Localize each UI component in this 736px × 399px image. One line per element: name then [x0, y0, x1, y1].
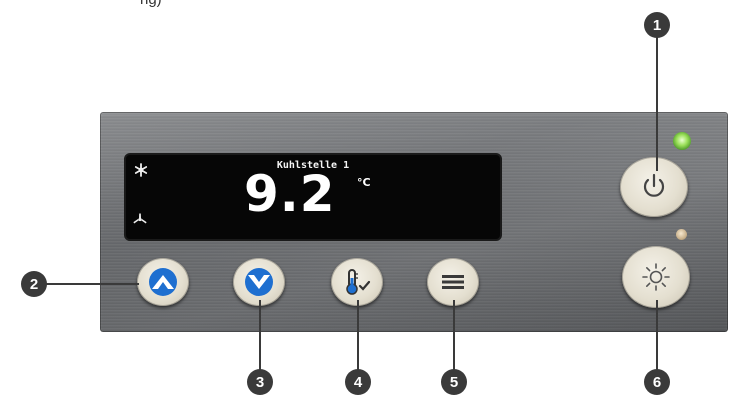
callout-3: 3 — [247, 369, 273, 395]
light-icon — [640, 261, 672, 293]
callout-6: 6 — [644, 369, 670, 395]
up-button[interactable] — [137, 258, 189, 306]
temperature-value: 9.2 — [244, 165, 336, 223]
menu-icon — [438, 271, 468, 293]
callout-line-3 — [259, 300, 261, 372]
snowflake-icon — [134, 163, 148, 182]
callout-5: 5 — [441, 369, 467, 395]
power-button[interactable] — [620, 157, 688, 217]
lcd-display: Kuhlstelle 1 9.2 °C — [124, 153, 502, 241]
down-button[interactable] — [233, 258, 285, 306]
callout-2: 2 — [21, 271, 47, 297]
header-partial-text: ng) — [140, 0, 162, 8]
temperature-unit: °C — [357, 176, 371, 189]
fan-icon — [132, 212, 148, 231]
light-button[interactable] — [622, 246, 690, 308]
thermometer-check-icon — [340, 267, 374, 297]
chevron-up-icon — [146, 267, 180, 297]
light-indicator-led — [676, 229, 687, 240]
power-icon — [638, 171, 670, 203]
callout-line-6 — [656, 300, 658, 372]
chevron-down-icon — [242, 267, 276, 297]
menu-button[interactable] — [427, 258, 479, 306]
callout-1: 1 — [644, 12, 670, 38]
callout-line-1 — [656, 35, 658, 171]
temperature-confirm-button[interactable] — [331, 258, 383, 306]
power-indicator-led — [673, 132, 691, 150]
callout-line-4 — [357, 300, 359, 372]
callout-line-2 — [42, 283, 139, 285]
callout-4: 4 — [345, 369, 371, 395]
callout-line-5 — [453, 300, 455, 372]
